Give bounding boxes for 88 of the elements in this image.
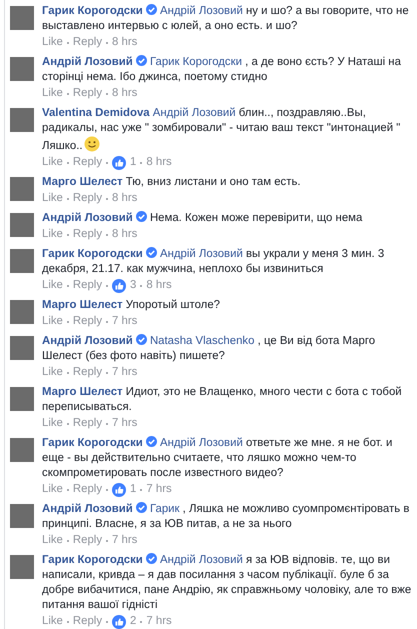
mention-link[interactable]: Гарик Корогодски (150, 56, 242, 68)
comment-text: Марго Шелест Идиот, это не Влащенко, много чести с бота с тобой переписываться. (42, 385, 403, 415)
mention-link[interactable]: Андрій Лозовий (160, 5, 243, 17)
comment-text: Марго Шелест Тю, вниз листани и оно там есть. (42, 175, 302, 190)
author-link[interactable]: Гарик Корогодски (42, 5, 143, 17)
reply-link[interactable]: Reply (72, 614, 102, 629)
comment-text: Гарик Корогодски Андрій Лозовий ответьте же мне. я не бот. и еще - вы действительно считаете, что ляшко можно чем-то скомпрометировать после известного видео? (42, 436, 394, 481)
timestamp-link[interactable]: 7 hrs (112, 314, 138, 329)
comment-text: Гарик Корогодски Андрій Лозовий ну и шо? а вы говорите, что не выставлено интервью с юлей, а оно есть. и шо? (42, 4, 410, 34)
avatar-photo-placeholder (10, 336, 34, 360)
like-link[interactable]: Like (42, 365, 63, 380)
timestamp-link[interactable]: 8 hrs (112, 35, 138, 50)
reaction-count: 2 (130, 614, 136, 629)
comment-text: Гарик Корогодски Андрій Лозовий я за ЮВ відповів. те, що ви написали, кривда – я дав посилання з часом публікації. буле б за добре вибачитися, пане Андрію, як справжньому чоловіку, але то вже питання вашої гідністі (42, 553, 412, 613)
timestamp-link[interactable]: 7 hrs (146, 482, 172, 497)
reply-link[interactable]: Reply (72, 314, 102, 329)
comment-text: Андрій Лозовий Natasha Vlaschenko , це Ви від бота Марго Шелест (без фото навіть) пишете? (42, 334, 376, 364)
thumbs-up-icon (112, 156, 126, 170)
avatar-photo-placeholder (10, 387, 34, 411)
avatar-photo-placeholder (10, 249, 34, 273)
mention-link[interactable]: Гарик (150, 503, 180, 515)
comment-text: Андрій Лозовий Нема. Кожен може перевірити, що нема (42, 211, 364, 226)
reply-link[interactable]: Reply (72, 35, 102, 50)
reply-link[interactable]: Reply (72, 227, 102, 242)
timestamp-link[interactable]: 8 hrs (146, 155, 172, 170)
author-link[interactable]: Марго Шелест (42, 386, 123, 398)
like-link[interactable]: Like (42, 191, 63, 206)
reaction-count: 3 (130, 278, 136, 293)
author-link[interactable]: Андрій Лозовий (42, 335, 133, 347)
timestamp-link[interactable]: 8 hrs (112, 227, 138, 242)
like-link[interactable]: Like (42, 86, 63, 101)
author-link[interactable]: Гарик Корогодски (42, 554, 143, 566)
timestamp-link[interactable]: 8 hrs (146, 278, 172, 293)
reply-link[interactable]: Reply (72, 416, 102, 431)
thumbs-up-icon (112, 482, 126, 496)
like-link[interactable]: Like (42, 35, 63, 50)
comment-text: Андрій Лозовий Гарик , Ляшка не можливо суомпромєнтіровать в принципі. Власне, я за ЮВ питав, а не за нього (42, 502, 410, 532)
avatar-photo-placeholder (10, 438, 34, 462)
reply-link[interactable]: Reply (72, 155, 102, 170)
reply-link[interactable]: Reply (72, 278, 102, 293)
avatar-photo-placeholder (10, 57, 34, 81)
avatar-photo-placeholder (10, 504, 34, 528)
like-link[interactable]: Like (42, 614, 63, 629)
author-link[interactable]: Андрій Лозовий (42, 503, 133, 515)
timestamp-link[interactable]: 8 hrs (112, 191, 138, 206)
mention-link[interactable]: Андрій Лозовий (160, 554, 243, 566)
like-link[interactable]: Like (42, 227, 63, 242)
timestamp-link[interactable]: 8 hrs (112, 86, 138, 101)
reaction-count: 1 (130, 482, 136, 497)
mention-link[interactable]: Андрій Лозовий (152, 107, 236, 119)
comment-text: Valentina Demidova Андрій Лозовий блин.., поздравляю..Вы, радикалы, нас уже " зомбировали" - читаю ваш текст "интонацией " Ляшко.. (42, 106, 402, 154)
avatar-photo-placeholder (10, 108, 34, 132)
reply-link[interactable]: Reply (72, 365, 102, 380)
timestamp-link[interactable]: 7 hrs (112, 533, 138, 548)
timestamp-link[interactable]: 7 hrs (112, 416, 138, 431)
mention-link[interactable]: Андрій Лозовий (160, 437, 243, 449)
author-link[interactable]: Valentina Demidova (42, 107, 150, 119)
like-link[interactable]: Like (42, 155, 63, 170)
author-link[interactable]: Гарик Корогодски (42, 248, 143, 260)
avatar-photo-placeholder (10, 300, 34, 324)
author-link[interactable]: Андрій Лозовий (42, 212, 133, 224)
like-link[interactable]: Like (42, 314, 63, 329)
reaction-count: 1 (130, 155, 136, 170)
avatar-photo-placeholder (10, 213, 34, 237)
comment-text: Марго Шелест Упоротый штоле? (42, 298, 221, 313)
author-link[interactable]: Марго Шелест (42, 299, 123, 311)
timestamp-link[interactable]: 7 hrs (112, 365, 138, 380)
like-link[interactable]: Like (42, 416, 63, 431)
reply-link[interactable]: Reply (72, 533, 102, 548)
like-link[interactable]: Like (42, 482, 63, 497)
like-link[interactable]: Like (42, 278, 63, 293)
reply-link[interactable]: Reply (72, 482, 102, 497)
thumbs-up-icon (112, 278, 126, 292)
avatar-photo-placeholder (10, 555, 34, 579)
comment-text: Гарик Корогодски Андрій Лозовий вы украли у меня 3 мин. 3 декабря, 21.17. как мужчина, неплохо бы извиниться (42, 247, 386, 277)
avatar-photo-placeholder (10, 6, 34, 30)
timestamp-link[interactable]: 7 hrs (146, 614, 172, 629)
thumbs-up-icon (112, 614, 126, 628)
mention-link[interactable]: Андрій Лозовий (160, 248, 243, 260)
author-link[interactable]: Марго Шелест (42, 176, 123, 188)
author-link[interactable]: Гарик Корогодски (42, 437, 143, 449)
reply-link[interactable]: Reply (72, 191, 102, 206)
comment-text: Андрій Лозовий Гарик Корогодски , а де воно єсть? У Наташі на сторінці нема. Ібо джинса, поетому стидно (42, 55, 402, 85)
mention-link[interactable]: Natasha Vlaschenko (150, 335, 254, 347)
avatar-photo-placeholder (10, 177, 34, 201)
like-link[interactable]: Like (42, 533, 63, 548)
reply-link[interactable]: Reply (72, 86, 102, 101)
author-link[interactable]: Андрій Лозовий (42, 56, 133, 68)
